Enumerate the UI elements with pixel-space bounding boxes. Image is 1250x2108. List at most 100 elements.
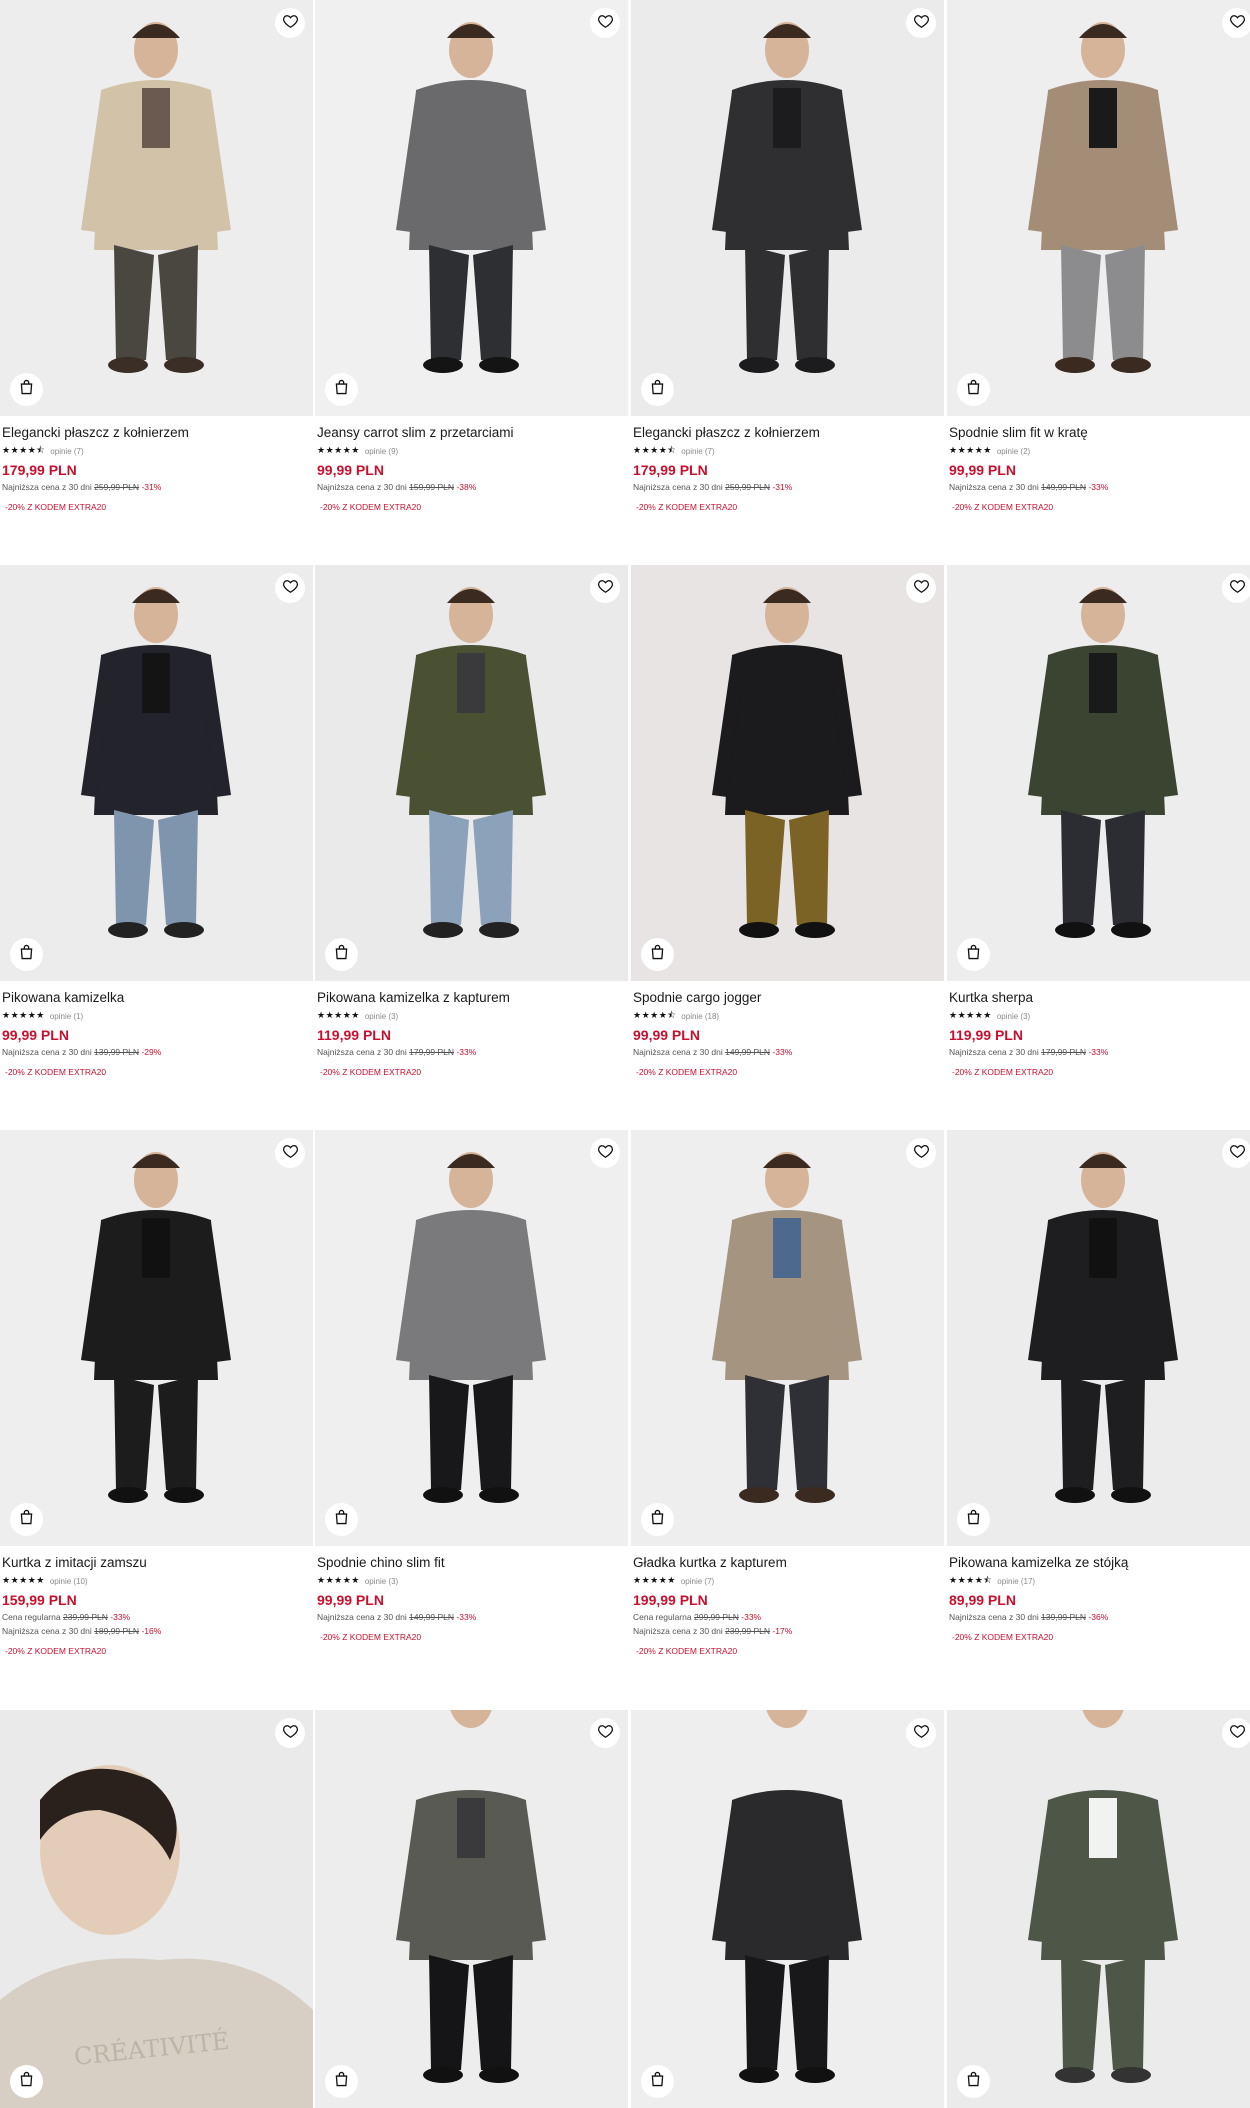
product-title[interactable]: Spodnie slim fit w kratę — [949, 424, 1250, 441]
review-count[interactable]: opinie (7) — [50, 447, 83, 456]
product-card[interactable]: CRÉATIVITÉ — [0, 1710, 313, 2108]
product-card[interactable]: Elegancki płaszcz z kołnierzem ★★★★⯪ opini… — [631, 0, 944, 513]
price-history-line: Najniższa cena z 30 dni 189,99 PLN -16% — [2, 1626, 311, 1637]
favorite-button[interactable] — [1222, 573, 1250, 603]
add-to-cart-button[interactable] — [325, 938, 358, 971]
add-to-cart-button[interactable] — [325, 1503, 358, 1536]
favorite-button[interactable] — [275, 8, 305, 38]
promo-code-badge: -20% Z KODEM EXTRA20 — [636, 1067, 738, 1077]
product-card[interactable]: Kurtka sherpa ★★★★★ opinie (3) 119,99 PLN Na… — [947, 565, 1250, 1078]
rating: ★★★★★ opinie (1) — [2, 1010, 311, 1022]
add-to-cart-button[interactable] — [641, 2065, 674, 2098]
product-image[interactable] — [947, 1710, 1250, 2108]
old-price: 159,99 PLN — [409, 482, 455, 492]
add-to-cart-button[interactable] — [325, 2065, 358, 2098]
favorite-button[interactable] — [590, 1718, 620, 1748]
star-icon: ★★★★★ — [317, 446, 360, 456]
product-title[interactable]: Spodnie cargo jogger — [633, 989, 942, 1006]
favorite-button[interactable] — [906, 8, 936, 38]
product-image[interactable] — [631, 0, 944, 416]
price-label: Najniższa cena z 30 dni — [317, 1047, 407, 1057]
rating: ★★★★★ opinie (7) — [633, 1575, 942, 1587]
product-card[interactable]: Pikowana kamizelka z kapturem ★★★★★ opinie… — [315, 565, 628, 1078]
favorite-button[interactable] — [906, 573, 936, 603]
add-to-cart-button[interactable] — [10, 1503, 43, 1536]
product-image[interactable] — [631, 565, 944, 981]
add-to-cart-button[interactable] — [10, 2065, 43, 2098]
product-image[interactable] — [947, 0, 1250, 416]
product-card[interactable] — [315, 1710, 628, 2108]
add-to-cart-button[interactable] — [10, 373, 43, 406]
product-card[interactable]: Spodnie cargo jogger ★★★★⯪ opinie (18) 99,9… — [631, 565, 944, 1078]
product-image[interactable] — [947, 1130, 1250, 1546]
product-title[interactable]: Elegancki płaszcz z kołnierzem — [633, 424, 942, 441]
product-image[interactable] — [315, 1710, 628, 2108]
favorite-button[interactable] — [906, 1138, 936, 1168]
product-card[interactable]: Gładka kurtka z kapturem ★★★★★ opinie (7) 1… — [631, 1130, 944, 1657]
add-to-cart-button[interactable] — [957, 938, 990, 971]
product-title[interactable]: Elegancki płaszcz z kołnierzem — [2, 424, 311, 441]
add-to-cart-button[interactable] — [325, 373, 358, 406]
review-count[interactable]: opinie (17) — [997, 1577, 1035, 1586]
add-to-cart-button[interactable] — [10, 938, 43, 971]
product-card[interactable]: Elegancki płaszcz z kołnierzem ★★★★⯪ opini… — [0, 0, 313, 513]
product-image[interactable]: CRÉATIVITÉ — [0, 1710, 313, 2108]
favorite-button[interactable] — [906, 1718, 936, 1748]
review-count[interactable]: opinie (3) — [365, 1577, 398, 1586]
product-image[interactable] — [0, 565, 313, 981]
product-image[interactable] — [315, 565, 628, 981]
product-title[interactable]: Spodnie chino slim fit — [317, 1554, 626, 1571]
review-count[interactable]: opinie (7) — [681, 447, 714, 456]
add-to-cart-button[interactable] — [641, 1503, 674, 1536]
product-image[interactable] — [631, 1130, 944, 1546]
favorite-button[interactable] — [590, 573, 620, 603]
product-card[interactable]: Kurtka z imitacji zamszu ★★★★★ opinie (10)… — [0, 1130, 313, 1657]
product-card[interactable]: Spodnie chino slim fit ★★★★★ opinie (3) 99,… — [315, 1130, 628, 1643]
add-to-cart-button[interactable] — [957, 2065, 990, 2098]
product-title[interactable]: Kurtka z imitacji zamszu — [2, 1554, 311, 1571]
old-price: 179,99 PLN — [409, 1047, 455, 1057]
favorite-button[interactable] — [275, 573, 305, 603]
price-history-line: Najniższa cena z 30 dni 149,99 PLN -33% — [633, 1047, 942, 1058]
product-card[interactable]: Spodnie slim fit w kratę ★★★★★ opinie (2) 9… — [947, 0, 1250, 513]
favorite-button[interactable] — [1222, 1138, 1250, 1168]
review-count[interactable]: opinie (18) — [681, 1012, 719, 1021]
favorite-button[interactable] — [590, 8, 620, 38]
review-count[interactable]: opinie (3) — [997, 1012, 1030, 1021]
product-info: Pikowana kamizelka z kapturem ★★★★★ opinie… — [315, 981, 628, 1078]
product-title[interactable]: Jeansy carrot slim z przetarciami — [317, 424, 626, 441]
product-image[interactable] — [315, 1130, 628, 1546]
product-title[interactable]: Pikowana kamizelka ze stójką — [949, 1554, 1250, 1571]
review-count[interactable]: opinie (3) — [365, 1012, 398, 1021]
favorite-button[interactable] — [1222, 8, 1250, 38]
product-image[interactable] — [0, 0, 313, 416]
product-image[interactable] — [631, 1710, 944, 2108]
product-image[interactable] — [0, 1130, 313, 1546]
review-count[interactable]: opinie (2) — [997, 447, 1030, 456]
product-image[interactable] — [315, 0, 628, 416]
favorite-button[interactable] — [590, 1138, 620, 1168]
product-card[interactable] — [947, 1710, 1250, 2108]
favorite-button[interactable] — [1222, 1718, 1250, 1748]
product-title[interactable]: Pikowana kamizelka z kapturem — [317, 989, 626, 1006]
review-count[interactable]: opinie (10) — [50, 1577, 88, 1586]
review-count[interactable]: opinie (7) — [681, 1577, 714, 1586]
product-image[interactable] — [947, 565, 1250, 981]
favorite-button[interactable] — [275, 1138, 305, 1168]
product-title[interactable]: Kurtka sherpa — [949, 989, 1250, 1006]
shopping-bag-icon — [19, 379, 34, 400]
product-card[interactable]: Pikowana kamizelka ze stójką ★★★★⯪ opinie … — [947, 1130, 1250, 1643]
add-to-cart-button[interactable] — [957, 1503, 990, 1536]
add-to-cart-button[interactable] — [641, 373, 674, 406]
review-count[interactable]: opinie (9) — [365, 447, 398, 456]
product-card[interactable] — [631, 1710, 944, 2108]
favorite-button[interactable] — [275, 1718, 305, 1748]
price-history-line: Najniższa cena z 30 dni 239,99 PLN -17% — [633, 1626, 942, 1637]
product-card[interactable]: Pikowana kamizelka ★★★★★ opinie (1) 99,99 P… — [0, 565, 313, 1078]
add-to-cart-button[interactable] — [641, 938, 674, 971]
add-to-cart-button[interactable] — [957, 373, 990, 406]
review-count[interactable]: opinie (1) — [50, 1012, 83, 1021]
product-title[interactable]: Pikowana kamizelka — [2, 989, 311, 1006]
product-card[interactable]: Jeansy carrot slim z przetarciami ★★★★★ op… — [315, 0, 628, 513]
product-title[interactable]: Gładka kurtka z kapturem — [633, 1554, 942, 1571]
